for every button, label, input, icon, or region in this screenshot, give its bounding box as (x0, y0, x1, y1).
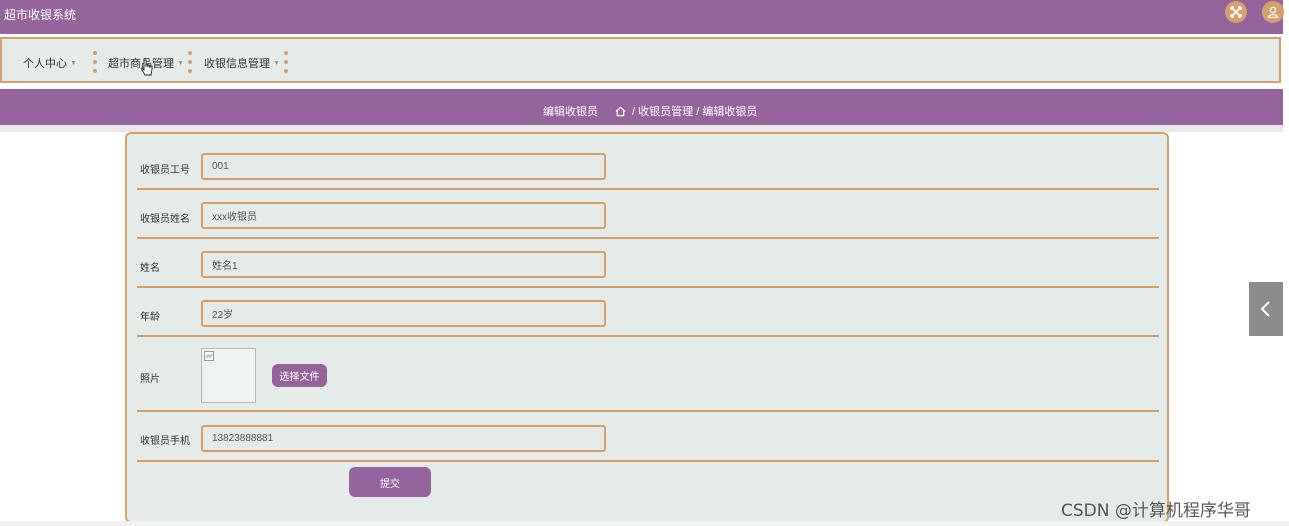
caret-down-icon: ▼ (177, 60, 184, 67)
name-field[interactable] (201, 251, 606, 278)
side-panel-toggle[interactable] (1249, 282, 1283, 336)
caret-down-icon: ▼ (70, 60, 77, 67)
caret-down-icon: ▼ (273, 60, 280, 67)
cashier-name-label: 收银员姓名 (140, 214, 190, 225)
fullscreen-button[interactable] (1225, 1, 1247, 23)
bottom-strip (0, 521, 1289, 526)
nav-divider (284, 51, 288, 73)
photo-label: 照片 (140, 374, 160, 385)
form-row-photo: 照片 选择文件 (137, 337, 1159, 412)
form-row-name: 姓名 (137, 239, 1159, 288)
user-icon (1267, 6, 1279, 18)
app-title: 超市收银系统 (4, 8, 77, 22)
form-row-age: 年龄 (137, 288, 1159, 337)
nav-cashier-info-management[interactable]: 收银信息管理 ▼ (204, 55, 280, 71)
cursor-icon (141, 59, 153, 76)
name-label: 姓名 (140, 263, 160, 274)
user-button[interactable] (1262, 1, 1284, 23)
home-icon[interactable] (615, 106, 626, 117)
fullscreen-icon (1230, 6, 1242, 18)
breadcrumb-path: / 收银员管理 / 编辑收银员 (629, 106, 758, 118)
watermark: CSDN @计算机程序华哥 (1061, 501, 1251, 521)
form-row-cashier-id: 收银员工号 (137, 144, 1159, 190)
photo-preview (201, 348, 256, 403)
form-row-phone: 收银员手机 (137, 412, 1159, 462)
choose-file-button[interactable]: 选择文件 (272, 364, 327, 387)
nav-personal-center[interactable]: 个人中心 ▼ (23, 55, 77, 71)
breadcrumb-bar: 编辑收银员 / 收银员管理 / 编辑收银员 (0, 89, 1283, 125)
broken-image-icon (204, 351, 214, 361)
phone-label: 收银员手机 (140, 436, 190, 447)
cashier-name-field[interactable] (201, 202, 606, 229)
submit-button[interactable]: 提交 (349, 467, 431, 497)
nav-divider (93, 51, 97, 73)
top-bar: 超市收银系统 (0, 0, 1284, 34)
chevron-left-icon (1260, 301, 1270, 317)
phone-field[interactable] (201, 425, 606, 452)
nav-divider (188, 51, 192, 73)
cashier-id-label: 收银员工号 (140, 165, 190, 176)
main-nav: 个人中心 ▼ 超市商品管理 ▼ 收银信息管理 ▼ (0, 37, 1281, 83)
edit-cashier-form: 收银员工号 收银员姓名 姓名 年龄 照片 选择文件 收银员手机 提交 (125, 132, 1169, 523)
cashier-id-field[interactable] (201, 153, 606, 180)
divider-strip (0, 125, 1283, 132)
age-label: 年龄 (140, 312, 160, 323)
form-row-cashier-name: 收银员姓名 (137, 190, 1159, 239)
page-title: 编辑收银员 (543, 106, 598, 118)
breadcrumb: / 收银员管理 / 编辑收银员 (615, 103, 757, 119)
age-field[interactable] (201, 300, 606, 327)
